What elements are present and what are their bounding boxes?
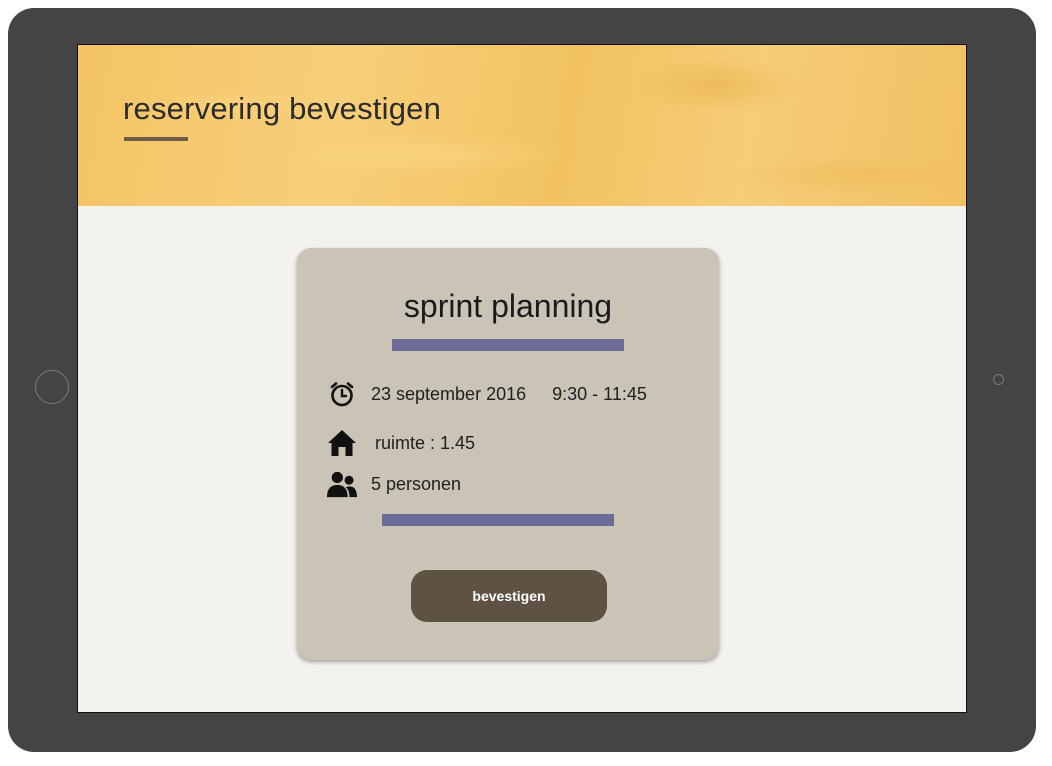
room-row: ruimte : 1.45 xyxy=(327,428,475,458)
home-icon xyxy=(327,428,357,458)
reservation-card: sprint planning 23 september 2016 9:30 -… xyxy=(297,248,719,660)
reservation-date: 23 september 2016 xyxy=(371,383,527,404)
tablet-frame: reservering bevestigen sprint planning 2… xyxy=(8,8,1036,752)
title-underline xyxy=(124,137,188,141)
camera-icon xyxy=(993,374,1004,385)
people-count: 5 personen xyxy=(371,473,462,494)
divider-bottom xyxy=(382,514,614,526)
people-row: 5 personen xyxy=(327,469,461,499)
screen: reservering bevestigen sprint planning 2… xyxy=(77,44,967,713)
users-icon xyxy=(327,469,357,499)
home-button[interactable] xyxy=(35,370,69,404)
date-row: 23 september 2016 9:30 - 11:45 xyxy=(327,379,647,409)
meeting-title: sprint planning xyxy=(403,288,613,324)
alarm-clock-icon xyxy=(327,379,357,409)
confirm-button[interactable]: bevestigen xyxy=(411,570,607,622)
room-label: ruimte : 1.45 xyxy=(375,432,476,453)
header-banner: reservering bevestigen xyxy=(78,45,966,206)
page-title: reservering bevestigen xyxy=(123,91,442,126)
divider-top xyxy=(392,339,624,351)
reservation-time: 9:30 - 11:45 xyxy=(552,383,647,404)
